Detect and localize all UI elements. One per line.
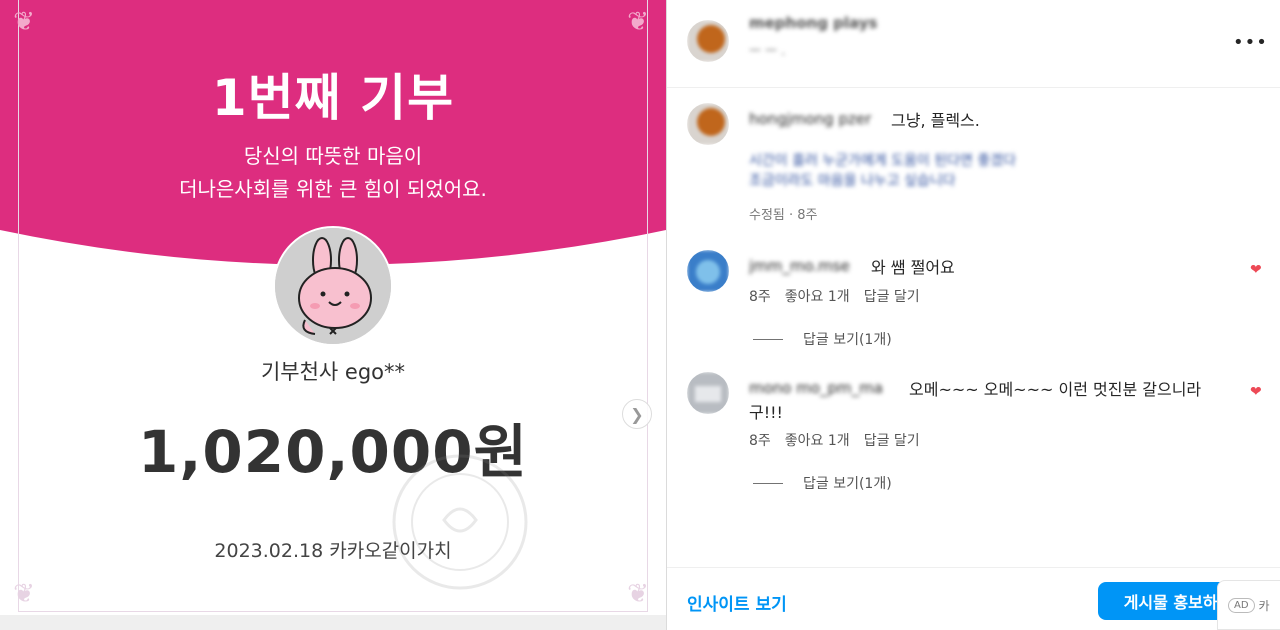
donation-message-line2: 더나은사회를 위한 큰 힘이 되었어요. bbox=[179, 177, 487, 201]
replies-divider bbox=[753, 338, 783, 340]
next-image-button[interactable]: ❯ bbox=[622, 399, 652, 429]
comment-time: 8주 bbox=[749, 289, 771, 305]
ad-overlay[interactable]: AD 카 bbox=[1217, 580, 1280, 630]
chevron-right-icon: ❯ bbox=[630, 404, 644, 424]
post-image-area: ❦ ❦ ❦ ❦ 1번째 기부 당신의 따뜻한 마음이 더나은사회를 위한 큰 힘… bbox=[0, 0, 666, 630]
author-avatar[interactable] bbox=[687, 20, 729, 62]
gray-avatar-icon bbox=[687, 372, 729, 414]
comment-meta: 8주 좋아요 1개 답글 달기 bbox=[749, 430, 934, 450]
replies-divider bbox=[753, 482, 783, 484]
comment-text-continued: 조금이라도 마음을 나누고 싶습니다 bbox=[749, 173, 956, 189]
view-replies-label: 답글 보기(1개) bbox=[803, 332, 892, 348]
comment-meta: 8주 좋아요 1개 답글 달기 bbox=[749, 286, 934, 306]
donation-message-line1: 당신의 따뜻한 마음이 bbox=[243, 144, 423, 168]
ornament-icon: ❦ bbox=[13, 579, 35, 609]
donation-amount: 1,020,000원 bbox=[138, 418, 528, 486]
author-subtitle: ㅡ ㅡ . bbox=[749, 44, 786, 59]
view-replies[interactable]: 답글 보기(1개) bbox=[753, 473, 892, 493]
comment-likes[interactable]: 좋아요 1개 bbox=[785, 433, 850, 449]
reply-button[interactable]: 답글 달기 bbox=[864, 433, 920, 449]
comment-text-continued: 시간이 흘러 누군가에게 도움이 된다면 좋겠다 bbox=[749, 153, 1016, 169]
ornament-icon: ❦ bbox=[13, 7, 35, 37]
comment-username[interactable]: jmm_mo.mse bbox=[749, 257, 869, 275]
comment-text-continued: 구!!! bbox=[749, 403, 783, 422]
comment-text: 오메~~~ 오메~~~ 이런 멋진분 갈으니라 bbox=[909, 380, 1202, 399]
more-options-icon[interactable]: ••• bbox=[1233, 32, 1268, 53]
commenter-avatar[interactable] bbox=[687, 372, 729, 414]
donation-date-source: 2023.02.18 카카오같이가치 bbox=[214, 540, 452, 562]
instagram-post-view: ❦ ❦ ❦ ❦ 1번째 기부 당신의 따뜻한 마음이 더나은사회를 위한 큰 힘… bbox=[0, 0, 1280, 630]
bunny-avatar bbox=[273, 226, 393, 346]
post-header: mephong plays ㅡ ㅡ . ••• bbox=[667, 0, 1280, 88]
orange-avatar-icon bbox=[687, 103, 729, 145]
orange-avatar-icon bbox=[687, 20, 729, 62]
view-insights-link[interactable]: 인사이트 보기 bbox=[687, 590, 787, 615]
like-heart-icon[interactable]: ❤ bbox=[1250, 384, 1262, 400]
donor-name: 기부천사 ego** bbox=[260, 360, 406, 384]
comment-likes[interactable]: 좋아요 1개 bbox=[785, 289, 850, 305]
comment-time: 8주 bbox=[749, 433, 771, 449]
ornament-icon: ❦ bbox=[627, 579, 649, 609]
author-username[interactable]: mephong plays bbox=[749, 14, 909, 32]
bunny-icon bbox=[275, 228, 391, 344]
comment-username[interactable]: mono mo_pm_ma bbox=[749, 379, 899, 397]
donation-title: 1번째 기부 bbox=[211, 69, 455, 127]
donation-certificate: ❦ ❦ ❦ ❦ 1번째 기부 당신의 따뜻한 마음이 더나은사회를 위한 큰 힘… bbox=[0, 0, 666, 615]
comments-panel: mephong plays ㅡ ㅡ . ••• hongjmong pzer 그… bbox=[666, 0, 1280, 630]
like-heart-icon[interactable]: ❤ bbox=[1250, 262, 1262, 278]
footer-divider bbox=[667, 567, 1280, 568]
blue-avatar-icon bbox=[687, 250, 729, 292]
comment-meta: 수정됨 · 8주 bbox=[749, 208, 818, 223]
commenter-avatar[interactable] bbox=[687, 250, 729, 292]
stamp-watermark-icon bbox=[392, 454, 528, 590]
commenter-avatar[interactable] bbox=[687, 103, 729, 145]
comment-username[interactable]: hongjmong pzer bbox=[749, 110, 885, 128]
view-replies[interactable]: 답글 보기(1개) bbox=[753, 329, 892, 349]
view-replies-label: 답글 보기(1개) bbox=[803, 476, 892, 492]
ad-badge: AD bbox=[1228, 597, 1255, 613]
reply-button[interactable]: 답글 달기 bbox=[864, 289, 920, 305]
ad-text: 카 bbox=[1258, 598, 1270, 613]
comment-text: 그냥, 플렉스. bbox=[891, 111, 980, 130]
ornament-icon: ❦ bbox=[627, 7, 649, 37]
comment-text: 와 쌤 쩔어요 bbox=[871, 258, 955, 277]
